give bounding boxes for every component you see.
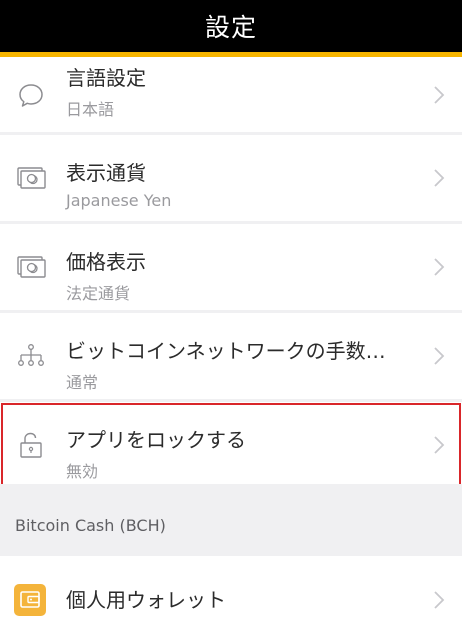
settings-row-language[interactable]: 言語設定 日本語 — [0, 57, 462, 132]
settings-list: 言語設定 日本語 表示通貨 Japanese Yen 価格表示 法定通貨 ビット… — [0, 57, 462, 491]
settings-row-value: 通常 — [66, 373, 99, 392]
section-title: Bitcoin Cash (BCH) — [15, 516, 166, 535]
settings-row-title: 言語設定 — [66, 66, 146, 90]
settings-row-title: ビットコインネットワークの手数… — [66, 339, 386, 363]
settings-row-network-fee[interactable]: ビットコインネットワークの手数… 通常 — [0, 313, 462, 399]
section-header-bch: Bitcoin Cash (BCH) — [0, 484, 462, 556]
wallet-icon — [14, 584, 46, 616]
chevron-right-icon — [434, 85, 445, 104]
settings-row-title: 表示通貨 — [66, 161, 146, 185]
wallet-row-personal[interactable]: 個人用ウォレット — [0, 556, 462, 640]
settings-row-value: 日本語 — [66, 100, 115, 119]
chevron-right-icon — [434, 347, 445, 365]
app-header: 設定 — [0, 0, 462, 52]
wallet-title: 個人用ウォレット — [66, 588, 226, 612]
settings-row-value: Japanese Yen — [66, 191, 172, 210]
settings-row-display-currency[interactable]: 表示通貨 Japanese Yen — [0, 135, 462, 221]
page-title: 設定 — [204, 13, 257, 42]
chevron-right-icon — [434, 436, 445, 454]
settings-row-title: 価格表示 — [66, 250, 146, 274]
settings-row-price-display[interactable]: 価格表示 法定通貨 — [0, 224, 462, 310]
settings-row-app-lock[interactable]: アプリをロックする 無効 — [0, 402, 462, 488]
network-nodes-icon — [16, 341, 46, 371]
currency-note-icon — [16, 252, 46, 282]
settings-row-value: 法定通貨 — [66, 284, 131, 303]
currency-note-icon — [16, 163, 46, 193]
chevron-right-icon — [434, 258, 445, 276]
settings-row-value: 無効 — [66, 462, 99, 481]
unlocked-padlock-icon — [16, 430, 46, 460]
chevron-right-icon — [434, 591, 445, 609]
settings-row-title: アプリをロックする — [66, 428, 246, 452]
chat-bubble-icon — [16, 80, 46, 110]
chevron-right-icon — [434, 169, 445, 187]
